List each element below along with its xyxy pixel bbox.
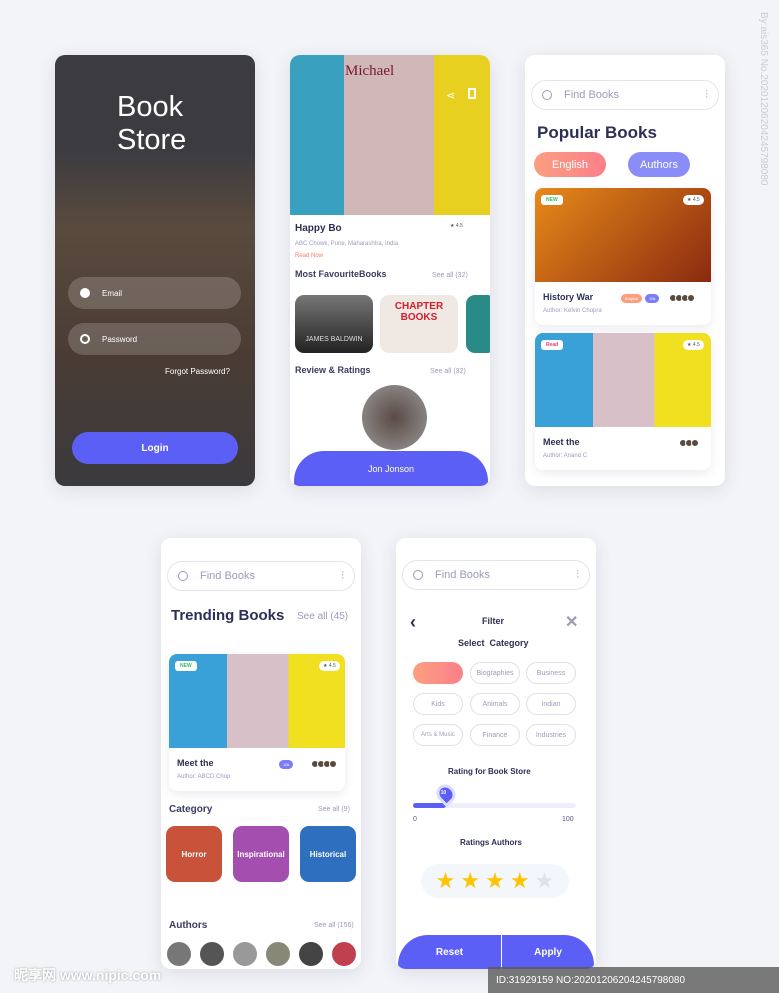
lock-icon xyxy=(80,334,90,344)
search-icon xyxy=(178,571,188,581)
search-input[interactable]: Find Books ⫶ xyxy=(402,560,590,590)
authors-see-all[interactable]: See all (156) xyxy=(314,922,354,929)
chip-selected[interactable] xyxy=(413,662,463,684)
rating-badge: ★ 4.5 xyxy=(446,221,467,231)
trending-see-all[interactable]: See all (45) xyxy=(297,611,348,622)
reader-avatars xyxy=(311,760,337,768)
book-card[interactable]: NEW ★ 4.5 Meet the Author: ABCD Chop 10k xyxy=(169,654,345,791)
page-title: Popular Books xyxy=(537,123,657,142)
category-horror[interactable]: Horror xyxy=(166,826,222,882)
reset-button[interactable]: Reset xyxy=(398,935,501,969)
filter-title: Filter xyxy=(482,616,505,626)
author-avatars xyxy=(167,942,356,966)
book-card[interactable]: NEW ★ 4.5 History War Author: Kelvin Cho… xyxy=(535,188,711,325)
search-icon xyxy=(413,570,423,580)
app-title: Book Store xyxy=(117,91,187,156)
popular-books-screen: Find Books ⫶ Popular Books English Autho… xyxy=(525,55,725,486)
filter-screen: Find Books ⫶ ‹ Filter ✕ Select Category … xyxy=(396,538,596,969)
star-rating[interactable]: ★ ★ ★ ★ ★ xyxy=(421,864,569,898)
forgot-password-link[interactable]: Forgot Password? xyxy=(165,367,230,376)
chip-kids[interactable]: Kids xyxy=(413,693,463,715)
chip-finance[interactable]: Finance xyxy=(470,724,520,746)
close-icon[interactable]: ✕ xyxy=(565,612,578,632)
page-title: Trending Books xyxy=(171,607,285,624)
user-name-button[interactable]: Jon Jonson xyxy=(294,451,488,486)
login-screen: Book Store Email Password Forgot Passwor… xyxy=(55,55,255,486)
email-field[interactable]: Email xyxy=(68,277,241,309)
apply-button[interactable]: Apply xyxy=(502,935,594,969)
chip-arts-music[interactable]: Arts & Music xyxy=(413,724,463,746)
back-icon[interactable]: ‹ xyxy=(410,612,416,633)
category-see-all[interactable]: See all (9) xyxy=(318,806,350,813)
book-detail-screen: Michael ⋖ Happy Bo ★ 4.5 ABC Chowk, Pune… xyxy=(290,55,490,486)
category-heading: Category xyxy=(169,804,213,815)
read-now-link[interactable]: Read Now xyxy=(295,253,323,259)
bookmark-icon[interactable] xyxy=(468,88,476,99)
category-historical[interactable]: Historical xyxy=(300,826,356,882)
filter-icon[interactable]: ⫶ xyxy=(341,570,344,583)
star-icon[interactable]: ★ xyxy=(436,868,456,894)
category-inspirational[interactable]: Inspirational xyxy=(233,826,289,882)
reviews-heading: Review & Ratings xyxy=(295,365,371,375)
reader-avatars xyxy=(669,294,695,302)
watermark-bottom: 昵享网 www.nipic.com xyxy=(14,967,162,983)
star-icon[interactable]: ★ xyxy=(485,868,505,894)
slider-fill xyxy=(413,803,446,808)
authors-heading: Authors xyxy=(169,920,208,931)
chip-business[interactable]: Business xyxy=(526,662,576,684)
reviewer-avatar xyxy=(362,385,427,450)
email-icon xyxy=(80,288,90,298)
search-input[interactable]: Find Books ⫶ xyxy=(167,561,355,591)
chip-animals[interactable]: Animals xyxy=(470,693,520,715)
book-thumb[interactable] xyxy=(466,295,490,353)
tab-english[interactable]: English xyxy=(534,152,606,177)
slider-min: 0 xyxy=(413,816,417,823)
favourite-books-heading: Most FavouriteBooks xyxy=(295,269,387,279)
filter-icon[interactable]: ⫶ xyxy=(705,89,708,102)
filter-icon[interactable]: ⫶ xyxy=(576,569,579,582)
book-card[interactable]: Read ★ 4.5 Meet the Author: Anand C xyxy=(535,333,711,470)
search-input[interactable]: Find Books ⫶ xyxy=(531,80,719,110)
book-cover-hero: Michael ⋖ xyxy=(290,55,490,215)
select-category-label: Select Category xyxy=(458,638,529,648)
star-icon[interactable]: ★ xyxy=(510,868,530,894)
share-icon[interactable]: ⋖ xyxy=(446,89,455,102)
book-thumb[interactable]: CHAPTER BOOKS xyxy=(380,295,458,353)
reader-avatars xyxy=(679,439,699,447)
book-address: ABC Chowk, Pune, Maharashtra, India xyxy=(295,241,399,247)
tab-authors[interactable]: Authors xyxy=(628,152,690,177)
password-field[interactable]: Password xyxy=(68,323,241,355)
star-icon[interactable]: ★ xyxy=(460,868,480,894)
favourite-see-all[interactable]: See all (32) xyxy=(432,272,468,279)
ratings-authors-label: Ratings Authors xyxy=(460,838,522,847)
star-icon[interactable]: ★ xyxy=(535,868,555,894)
search-icon xyxy=(542,90,552,100)
rating-label: Rating for Book Store xyxy=(448,767,531,776)
slider-max: 100 xyxy=(562,816,574,823)
login-button[interactable]: Login xyxy=(72,432,238,464)
chip-industries[interactable]: Industries xyxy=(526,724,576,746)
watermark-side: By:ais365 No.20201206204245798080 xyxy=(758,12,769,186)
watermark-id: ID:31929159 NO:20201206204245798080 xyxy=(488,967,779,993)
reviews-see-all[interactable]: See all (32) xyxy=(430,368,466,375)
trending-books-screen: Find Books ⫶ Trending Books See all (45)… xyxy=(161,538,361,969)
book-thumb[interactable]: JAMES BALDWIN xyxy=(295,295,373,353)
book-title: Happy Bo xyxy=(295,223,342,234)
chip-biographies[interactable]: Biographies xyxy=(470,662,520,684)
rating-slider[interactable]: 10 xyxy=(413,784,576,808)
chip-indian[interactable]: Indian xyxy=(526,693,576,715)
